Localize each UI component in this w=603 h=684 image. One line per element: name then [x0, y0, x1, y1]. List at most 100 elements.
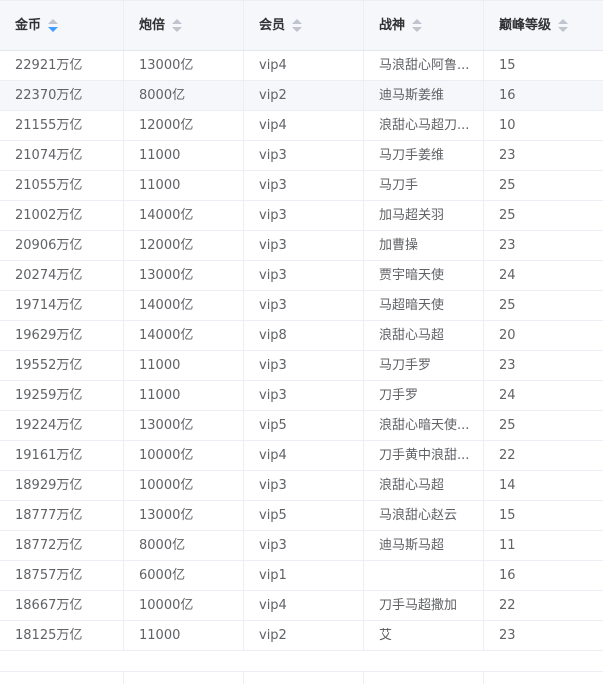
table-cell: 25: [499, 178, 516, 193]
table-cell: 19161万亿: [0, 441, 124, 470]
table-cell: 18757万亿: [0, 561, 124, 590]
table-cell: 18125万亿: [0, 621, 124, 650]
table-cell: vip3: [244, 171, 364, 200]
table-row[interactable]: 21002万亿 14000亿 vip3 加马超关羽 25: [0, 201, 603, 231]
column-header-label: 巅峰等级: [499, 17, 552, 33]
table-cell: 刀手罗: [364, 381, 484, 410]
sort-caret-icon[interactable]: [48, 16, 59, 36]
table-cell: 马浪甜心赵云: [364, 501, 484, 530]
table-cell: 15: [499, 58, 516, 73]
table-row[interactable]: 18757万亿 6000亿 vip1 16: [0, 561, 603, 591]
column-header-label: 金币: [15, 17, 42, 33]
sort-caret-icon[interactable]: [412, 16, 423, 36]
sort-descending-icon[interactable]: [48, 27, 59, 32]
sort-descending-icon[interactable]: [412, 27, 423, 32]
sort-ascending-icon[interactable]: [48, 19, 59, 24]
table-cell: 20906万亿: [0, 231, 124, 260]
table-cell: 13000亿: [124, 411, 244, 440]
table-row[interactable]: 18777万亿 13000亿 vip5 马浪甜心赵云 15: [0, 501, 603, 531]
table-row[interactable]: 19629万亿 14000亿 vip8 浪甜心马超 20: [0, 321, 603, 351]
sort-caret-icon[interactable]: [292, 16, 303, 36]
table-cell: 8000亿: [124, 531, 244, 560]
table-cell: 10: [499, 118, 516, 133]
column-header-2[interactable]: 会员: [244, 1, 364, 50]
table-cell: vip2: [244, 81, 364, 110]
table-cell: vip4: [244, 51, 364, 80]
table-cell: 马刀手罗: [364, 351, 484, 380]
table-cell: 14000亿: [124, 201, 244, 230]
column-header-3[interactable]: 战神: [364, 1, 484, 50]
table-cell: 13000亿: [124, 261, 244, 290]
table-cell: 24: [499, 268, 516, 283]
table-cell: 加曹操: [364, 231, 484, 260]
table-cell: vip3: [244, 201, 364, 230]
table-cell: vip2: [244, 621, 364, 650]
table-row[interactable]: 21074万亿 11000 vip3 马刀手姜维 23: [0, 141, 603, 171]
table-row[interactable]: 18667万亿 10000亿 vip4 刀手马超撒加 22: [0, 591, 603, 621]
table-cell: 15: [499, 508, 516, 523]
table-row[interactable]: 18125万亿 11000 vip2 艾 23: [0, 621, 603, 651]
table-cell: 10000亿: [124, 471, 244, 500]
table-cell: 22: [499, 448, 516, 463]
table-cell: vip1: [244, 561, 364, 590]
table-cell: vip3: [244, 381, 364, 410]
column-header-1[interactable]: 炮倍: [124, 1, 244, 50]
sort-ascending-icon[interactable]: [292, 19, 303, 24]
table-row[interactable]: 19259万亿 11000 vip3 刀手罗 24: [0, 381, 603, 411]
column-header-0[interactable]: 金币: [0, 1, 124, 50]
table-cell: vip8: [244, 321, 364, 350]
sort-ascending-icon[interactable]: [412, 19, 423, 24]
table-cell: 19259万亿: [0, 381, 124, 410]
table-cell: vip3: [244, 231, 364, 260]
sort-ascending-icon[interactable]: [172, 19, 183, 24]
table-cell: 21074万亿: [0, 141, 124, 170]
table-row[interactable]: 22370万亿 8000亿 vip2 迪马斯姜维 16: [0, 81, 603, 111]
table-cell: 12000亿: [124, 231, 244, 260]
table-row[interactable]: 19552万亿 11000 vip3 马刀手罗 23: [0, 351, 603, 381]
table-cell: 11000: [124, 381, 244, 410]
table-cell: 16: [499, 88, 516, 103]
table-cell: vip4: [244, 441, 364, 470]
table-cell: 马浪甜心阿鲁...: [364, 51, 484, 80]
table-cell: 18777万亿: [0, 501, 124, 530]
table-cell: 25: [499, 418, 516, 433]
table-footer-strip: [0, 671, 603, 684]
table-cell: vip5: [244, 411, 364, 440]
table-cell: vip4: [244, 111, 364, 140]
sort-descending-icon[interactable]: [292, 27, 303, 32]
table-row[interactable]: 18772万亿 8000亿 vip3 迪马斯马超 11: [0, 531, 603, 561]
sort-caret-icon[interactable]: [558, 16, 569, 36]
column-header-label: 战神: [379, 17, 406, 33]
table-cell: 23: [499, 628, 516, 643]
table-cell: 马超暗天使: [364, 291, 484, 320]
table-cell: 21055万亿: [0, 171, 124, 200]
table-cell: vip3: [244, 531, 364, 560]
table-cell: 11000: [124, 351, 244, 380]
table-row[interactable]: 22921万亿 13000亿 vip4 马浪甜心阿鲁... 15: [0, 51, 603, 81]
sort-caret-icon[interactable]: [172, 16, 183, 36]
table-cell: 贾宇暗天使: [364, 261, 484, 290]
table-row[interactable]: 19224万亿 13000亿 vip5 浪甜心暗天使... 25: [0, 411, 603, 441]
sort-descending-icon[interactable]: [172, 27, 183, 32]
sort-descending-icon[interactable]: [558, 27, 569, 32]
table-cell: 24: [499, 388, 516, 403]
table-cell: 10000亿: [124, 441, 244, 470]
column-header-label: 炮倍: [139, 17, 166, 33]
table-cell: 19552万亿: [0, 351, 124, 380]
table-cell: 14000亿: [124, 321, 244, 350]
table-cell: 浪甜心马超刀...: [364, 111, 484, 140]
table-row[interactable]: 20274万亿 13000亿 vip3 贾宇暗天使 24: [0, 261, 603, 291]
table-header: 金币 炮倍 会员 战神 巅峰等级: [0, 0, 603, 51]
table-cell: 13000亿: [124, 501, 244, 530]
table-row[interactable]: 21155万亿 12000亿 vip4 浪甜心马超刀... 10: [0, 111, 603, 141]
column-header-4[interactable]: 巅峰等级: [484, 1, 603, 50]
table-row[interactable]: 19161万亿 10000亿 vip4 刀手黄中浪甜... 22: [0, 441, 603, 471]
table-cell: 刀手黄中浪甜...: [364, 441, 484, 470]
table-row[interactable]: 20906万亿 12000亿 vip3 加曹操 23: [0, 231, 603, 261]
table-cell: 23: [499, 238, 516, 253]
sort-ascending-icon[interactable]: [558, 19, 569, 24]
table-row[interactable]: 21055万亿 11000 vip3 马刀手 25: [0, 171, 603, 201]
table-row[interactable]: 18929万亿 10000亿 vip3 浪甜心马超 14: [0, 471, 603, 501]
table-cell: 浪甜心马超: [364, 321, 484, 350]
table-row[interactable]: 19714万亿 14000亿 vip3 马超暗天使 25: [0, 291, 603, 321]
